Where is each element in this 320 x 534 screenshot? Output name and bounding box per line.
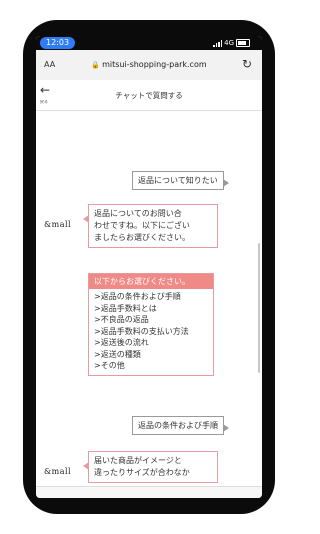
status-bar: 12:03 4G	[36, 36, 262, 50]
bot-message-line: 違ったりサイズが合わなか	[94, 468, 190, 477]
bot-message: 返品についてのお問い合 わせですね。以下にござい ましたらお選びください。	[83, 204, 218, 248]
option-item[interactable]: >返送後の流れ	[89, 337, 213, 349]
status-indicators: 4G	[213, 38, 250, 48]
status-time: 12:03	[40, 37, 76, 49]
bot-message-line: わせですね。以下にござい	[94, 221, 190, 230]
option-item[interactable]: >その他	[89, 360, 213, 372]
options-header: 以下からお選びください。	[89, 274, 213, 289]
brand-logo: &mall	[44, 467, 72, 476]
page-title: チャットで質問する	[115, 91, 183, 100]
user-message-text: 返品の条件および手順	[138, 421, 218, 430]
option-item[interactable]: >返品手数料とは	[89, 303, 213, 315]
scrollbar[interactable]	[258, 243, 260, 373]
bot-message: 届いた商品がイメージと 違ったりサイズが合わなか	[83, 451, 218, 483]
option-item[interactable]: >返品手数料の支払い方法	[89, 326, 213, 338]
share-icon[interactable]: ⇧	[139, 496, 159, 499]
signal-icon	[213, 39, 223, 47]
phone-screen: 12:03 4G AA 🔒 mitsui-shopping-park.com ↻ …	[36, 36, 262, 498]
tabs-icon[interactable]: ⧉	[229, 495, 249, 498]
options-card: 以下からお選びください。 >返品の条件および手順 >返品手数料とは >不良品の返…	[88, 273, 214, 376]
brand-logo: &mall	[44, 220, 72, 229]
chat-area[interactable]: 返品について知りたい &mall 返品についてのお問い合 わせですね。以下にござ…	[36, 111, 262, 498]
bookmarks-icon[interactable]: 📖	[184, 496, 204, 499]
option-item[interactable]: >返品の条件および手順	[89, 291, 213, 303]
bot-message-line: 届いた商品がイメージと	[94, 456, 182, 465]
user-message: 返品について知りたい	[132, 171, 229, 190]
user-message-text: 返品について知りたい	[138, 176, 218, 185]
bot-message-line: 返品についてのお問い合	[94, 209, 182, 218]
address-bar[interactable]: AA 🔒 mitsui-shopping-park.com ↻	[36, 50, 262, 80]
user-message: 返品の条件および手順	[132, 416, 229, 435]
chat-header: ← 戻る チャットで質問する	[36, 80, 262, 111]
bot-message-line: ましたらお選びください。	[94, 233, 190, 242]
battery-icon	[236, 39, 250, 47]
lock-icon: 🔒	[91, 61, 101, 69]
network-label: 4G	[224, 39, 234, 47]
browser-toolbar: ‹ › ⇧ 📖 ⧉	[36, 486, 262, 498]
option-item[interactable]: >返送の種類	[89, 349, 213, 361]
url-field[interactable]: 🔒 mitsui-shopping-park.com	[36, 60, 262, 69]
url-text: mitsui-shopping-park.com	[102, 60, 207, 69]
forward-icon[interactable]: ›	[94, 496, 114, 499]
option-item[interactable]: >不良品の返品	[89, 314, 213, 326]
back-icon[interactable]: ‹	[49, 496, 69, 499]
reload-icon[interactable]: ↻	[242, 57, 252, 71]
options-list: >返品の条件および手順 >返品手数料とは >不良品の返品 >返品手数料の支払い方…	[89, 289, 213, 375]
